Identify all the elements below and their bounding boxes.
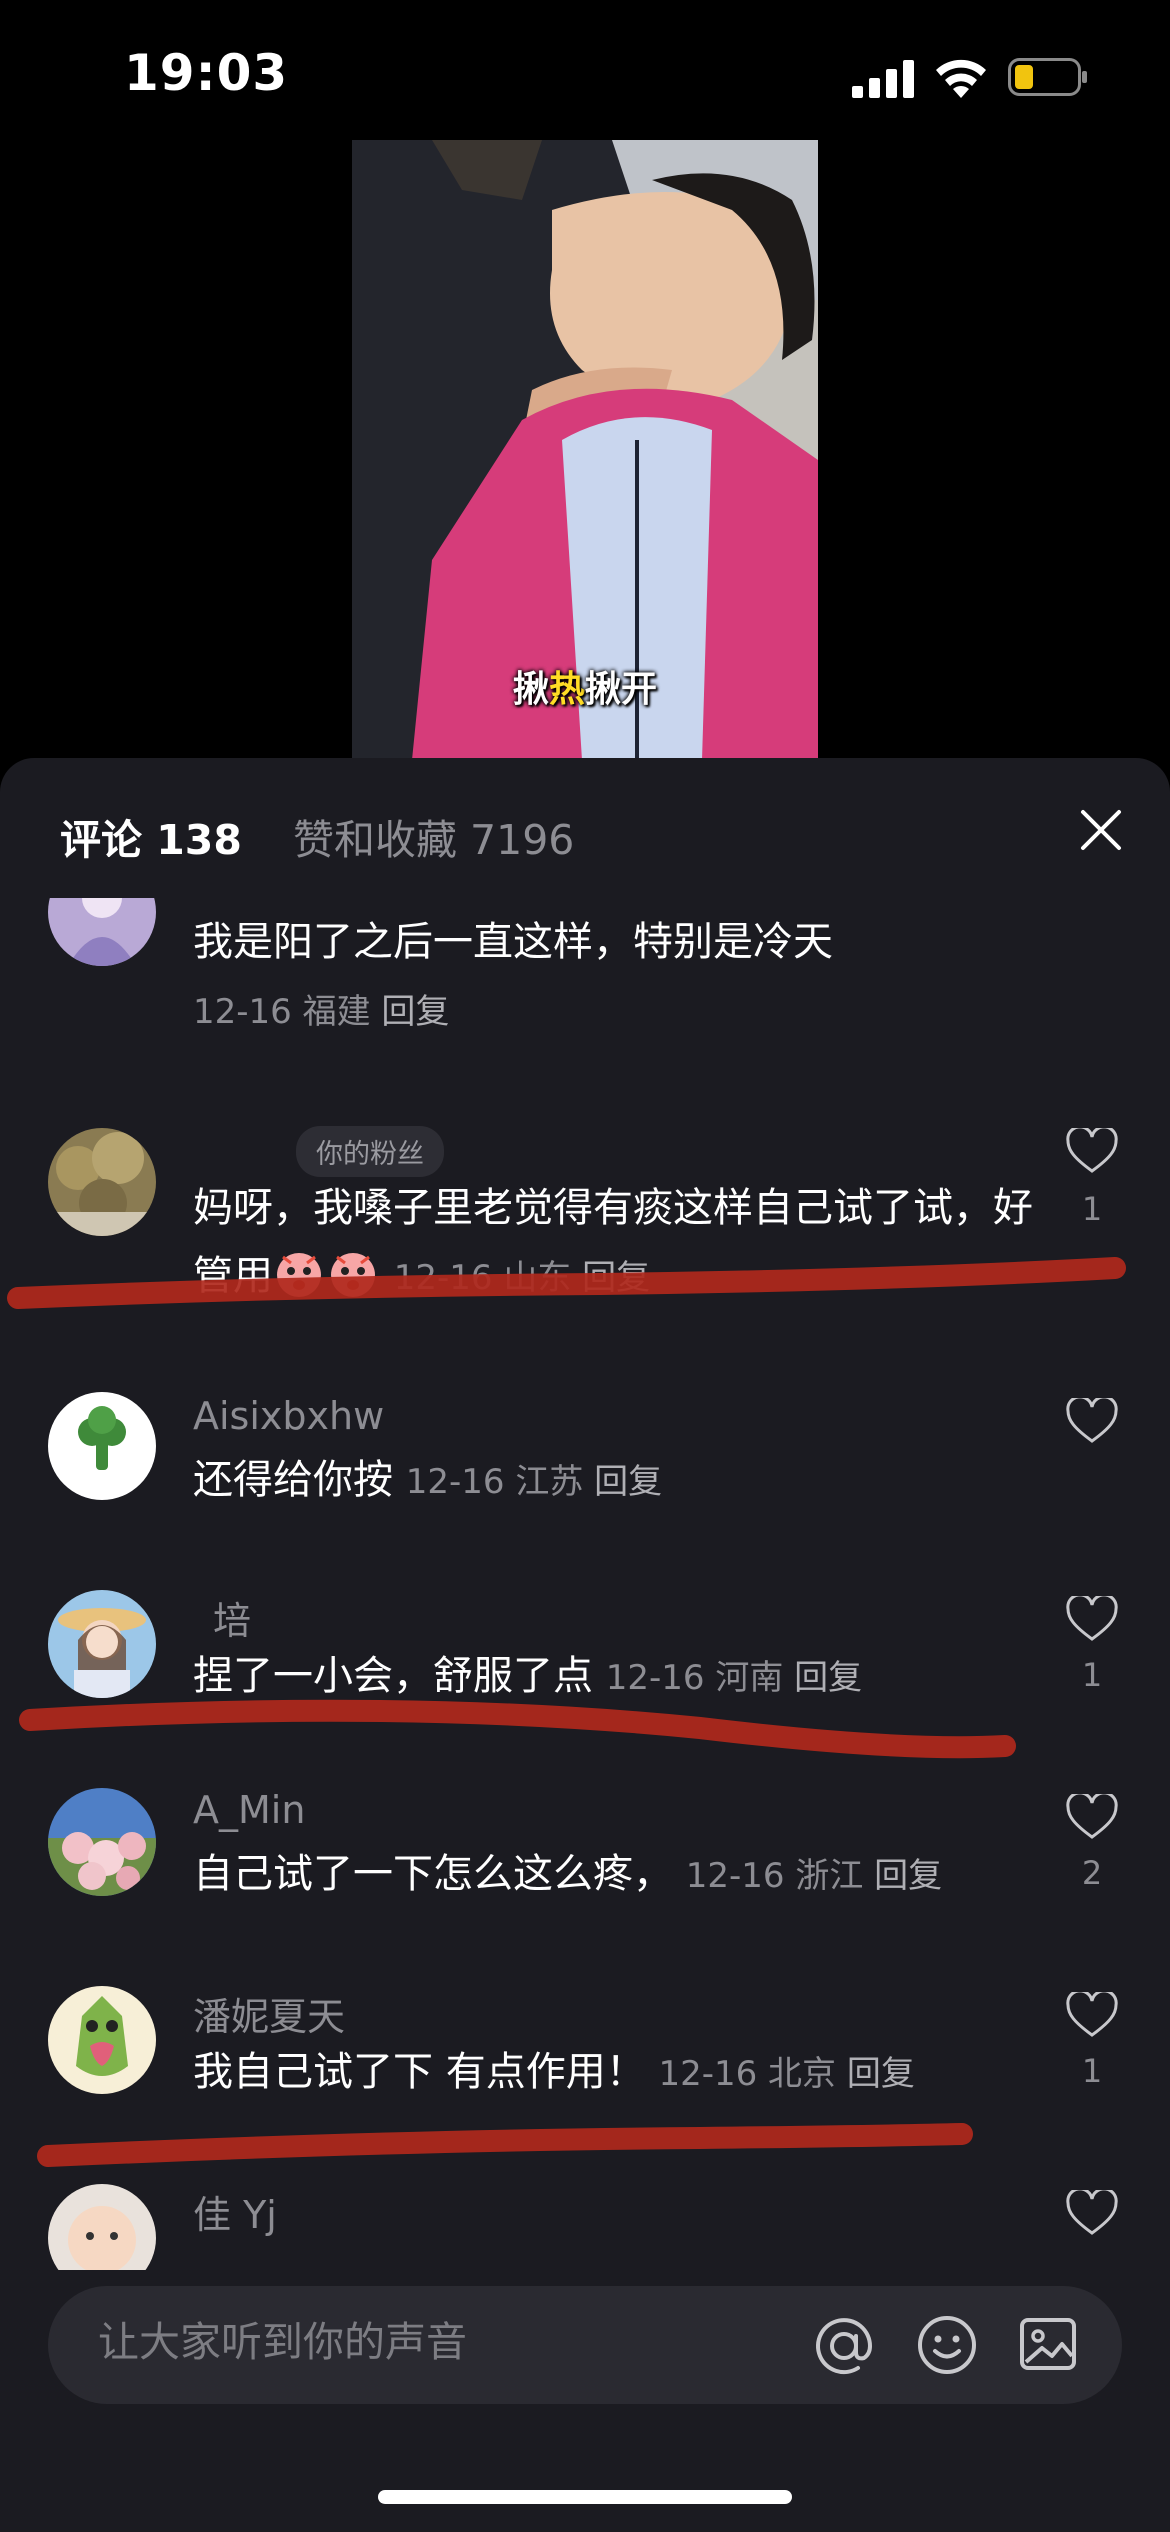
close-icon[interactable] <box>1077 806 1125 854</box>
avatar[interactable] <box>48 1128 156 1236</box>
reply-button[interactable]: 回复 <box>594 1462 662 1502</box>
comment-item: Aisixbxhw 还得给你按 12-16 江苏 回复 <box>0 1392 1170 1532</box>
comment-text: 我自己试了下 有点作用！ 12-16 北京 回复 <box>193 2049 915 2095</box>
home-indicator <box>378 2490 792 2504</box>
like-heart-icon[interactable] <box>1066 1128 1118 1174</box>
video-subtitle: 揪热揪开 <box>512 669 658 710</box>
signal-icon <box>852 60 914 98</box>
comment-text: 捏了一小会，舒服了点 12-16 河南 回复 <box>193 1653 863 1699</box>
reply-button[interactable]: 回复 <box>582 1258 650 1298</box>
comment-item: 潘妮夏天 1 我自己试了下 有点作用！ 12-16 北京 回复 <box>0 1986 1170 2126</box>
like-heart-icon[interactable] <box>1066 1398 1118 1444</box>
status-bar: 19:03 <box>0 0 1170 140</box>
wifi-icon <box>936 59 986 98</box>
at-mention-icon[interactable] <box>812 2314 876 2378</box>
like-count: 1 <box>1081 2052 1103 2090</box>
tab-comments[interactable]: 评论 138 <box>60 806 242 866</box>
like-count: 1 <box>1081 1190 1103 1228</box>
emoji-icon[interactable] <box>916 2314 978 2376</box>
avatar[interactable] <box>48 1590 156 1698</box>
comment-username[interactable]: 佳 Yj <box>193 2184 277 2239</box>
status-time: 19:03 <box>124 44 289 102</box>
comment-username[interactable]: Aisixbxhw <box>193 1394 384 1438</box>
comment-item: 你的粉丝 1 妈呀，我嗓子里老觉得有痰这样自己试了试，好管用 12-16 山东 … <box>0 1126 1170 1328</box>
reply-button[interactable]: 回复 <box>847 2054 915 2094</box>
comment-username[interactable]: A_Min <box>193 1788 305 1832</box>
comment-tabs: 评论 138 赞和收藏 7196 <box>0 758 1170 898</box>
comment-panel: 评论 138 赞和收藏 7196 我是阳了之后一直这样，特别是冷天 12-16 … <box>0 758 1170 2532</box>
like-count: 1 <box>1081 1656 1103 1694</box>
comment-text: 自己试了一下怎么这么疼， 12-16 浙江 回复 <box>193 1851 943 1897</box>
video-player[interactable]: 揪热揪开 <box>352 140 818 760</box>
avatar[interactable] <box>48 2184 156 2270</box>
comment-username[interactable]: 潘妮夏天 <box>193 1986 345 2041</box>
comment-item: A_Min 2 自己试了一下怎么这么疼， 12-16 浙江 回复 <box>0 1788 1170 1928</box>
comment-meta: 12-16 北京 回复 <box>658 2054 915 2094</box>
comment-text: 还得给你按 12-16 江苏 回复 <box>193 1457 663 1503</box>
fan-badge: 你的粉丝 <box>296 1126 444 1177</box>
tab-likes-favorites[interactable]: 赞和收藏 7196 <box>293 806 574 866</box>
avatar[interactable] <box>48 1788 156 1896</box>
comment-input-bar <box>48 2286 1122 2404</box>
image-icon[interactable] <box>1018 2314 1078 2374</box>
avatar[interactable] <box>48 1392 156 1500</box>
like-heart-icon[interactable] <box>1066 1794 1118 1840</box>
comment-meta: 12-16 江苏 回复 <box>405 1462 663 1502</box>
comment-meta: 12-16 福建 回复 <box>193 992 450 1032</box>
like-count: 2 <box>1081 1854 1103 1892</box>
comment-item: 我是阳了之后一直这样，特别是冷天 12-16 福建 回复 <box>0 898 1170 1038</box>
battery-icon <box>1008 58 1087 96</box>
comment-meta: 12-16 山东 回复 <box>393 1258 651 1298</box>
comment-meta: 12-16 浙江 回复 <box>685 1856 943 1896</box>
avatar[interactable] <box>48 1986 156 2094</box>
like-heart-icon[interactable] <box>1066 1992 1118 2038</box>
crying-emoji-icon <box>277 1253 321 1297</box>
reply-button[interactable]: 回复 <box>874 1856 942 1896</box>
reply-button[interactable]: 回复 <box>381 992 449 1032</box>
avatar[interactable] <box>48 898 156 966</box>
comment-text: 我是阳了之后一直这样，特别是冷天 <box>193 919 833 965</box>
crying-emoji-icon <box>331 1253 375 1297</box>
comment-meta: 12-16 河南 回复 <box>605 1658 863 1698</box>
comment-input[interactable] <box>98 2318 798 2366</box>
comment-item: 培 1 捏了一小会，舒服了点 12-16 河南 回复 <box>0 1590 1170 1730</box>
like-heart-icon[interactable] <box>1066 1596 1118 1642</box>
like-heart-icon[interactable] <box>1066 2190 1118 2236</box>
comment-username[interactable]: 培 <box>213 1590 251 1645</box>
comment-item: 佳 Yj <box>0 2184 1170 2270</box>
comment-text: 妈呀，我嗓子里老觉得有痰这样自己试了试，好管用 12-16 山东 回复 <box>193 1185 1033 1299</box>
comment-list[interactable]: 我是阳了之后一直这样，特别是冷天 12-16 福建 回复 你的粉丝 1 妈呀，我… <box>0 898 1170 2270</box>
reply-button[interactable]: 回复 <box>794 1658 862 1698</box>
